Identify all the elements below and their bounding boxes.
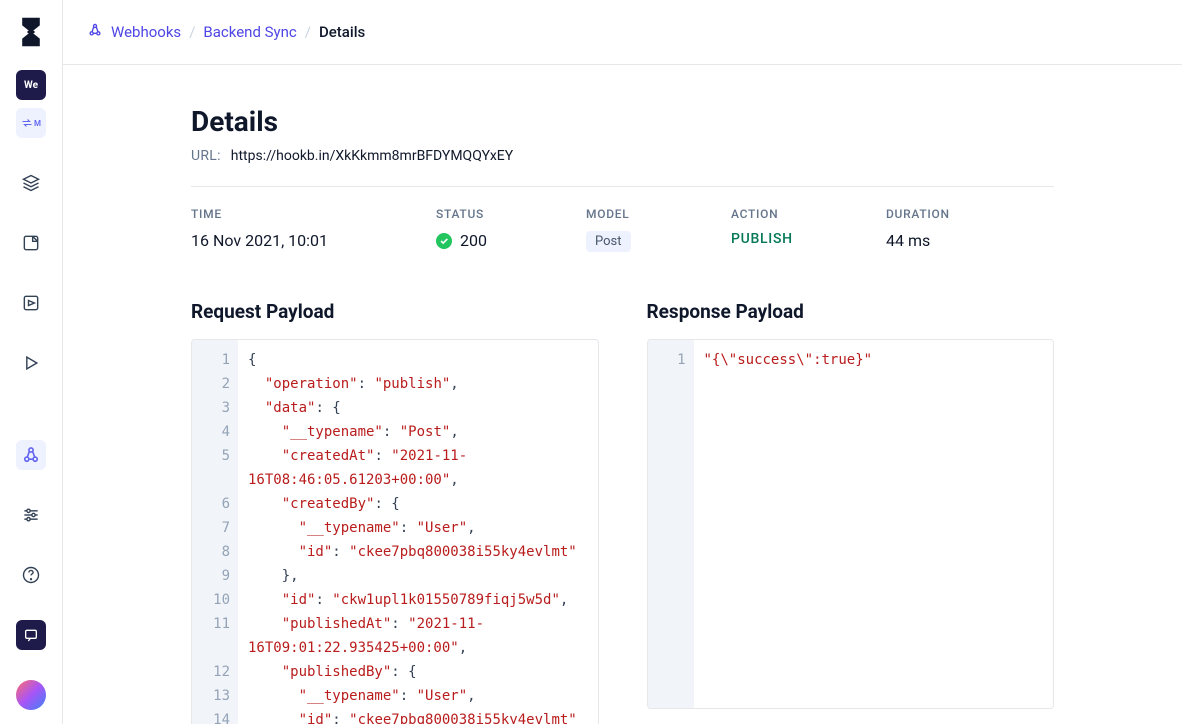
check-icon (436, 233, 452, 249)
content: Details URL: https://hookb.in/XkKkmm8mrB… (63, 65, 1182, 724)
meta-action-value: PUBLISH (731, 231, 886, 247)
webhook-icon (87, 22, 103, 42)
page-title: Details (191, 105, 1054, 138)
nav-assets-icon[interactable] (16, 288, 46, 318)
meta-status-label: STATUS (436, 207, 586, 221)
url-value: https://hookb.in/XkKkmm8mrBFDYMQQYxEY (231, 148, 513, 164)
main-area: Webhooks / Backend Sync / Details Detail… (63, 0, 1182, 724)
nav-webhooks-icon[interactable] (16, 440, 46, 470)
sidebar: We M (0, 0, 63, 724)
breadcrumb-backend-sync[interactable]: Backend Sync (203, 23, 296, 41)
app-logo[interactable] (16, 12, 46, 52)
meta-action-label: ACTION (731, 207, 886, 221)
meta-status-value: 200 (436, 231, 586, 250)
nav-settings-icon[interactable] (16, 500, 46, 530)
nav-chat-icon[interactable] (16, 620, 46, 650)
model-pill[interactable]: Post (586, 231, 631, 252)
nav-schema-icon[interactable] (16, 168, 46, 198)
breadcrumb-sep: / (189, 23, 195, 41)
breadcrumb: Webhooks / Backend Sync / Details (63, 0, 1182, 65)
meta-duration-value: 44 ms (886, 231, 1006, 250)
user-avatar[interactable] (16, 680, 46, 710)
url-label: URL: (191, 148, 221, 164)
request-payload-code[interactable]: 1 2 3 4 5 6 7 8 9 10 11 12 13 14 { "oper… (191, 339, 599, 724)
breadcrumb-sep: / (305, 23, 311, 41)
response-payload-code[interactable]: 1 "{\"success\":true}" (647, 339, 1055, 709)
breadcrumb-webhooks[interactable]: Webhooks (111, 23, 181, 41)
nav-content-icon[interactable] (16, 228, 46, 258)
meta-model-label: MODEL (586, 207, 731, 221)
nav-playground-icon[interactable] (16, 348, 46, 378)
nav-item-we[interactable]: We (16, 70, 46, 100)
request-payload-title: Request Payload (191, 300, 599, 323)
meta-duration-label: DURATION (886, 207, 1006, 221)
meta-time-value: 16 Nov 2021, 10:01 (191, 231, 436, 250)
nav-help-icon[interactable] (16, 560, 46, 590)
breadcrumb-details: Details (319, 23, 365, 41)
meta-time-label: TIME (191, 207, 436, 221)
nav-item-m[interactable]: M (16, 108, 46, 138)
response-payload-title: Response Payload (647, 300, 1055, 323)
meta-grid: TIME 16 Nov 2021, 10:01 STATUS 200 MODEL… (191, 186, 1054, 252)
